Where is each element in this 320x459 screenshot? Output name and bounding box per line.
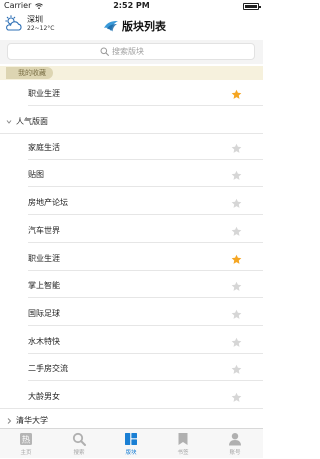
star-outline-icon[interactable] [231, 281, 242, 292]
tab-bookmarks[interactable]: 书签 [157, 429, 209, 459]
search-field[interactable] [7, 43, 255, 60]
board-row[interactable]: 水木特快 [0, 330, 263, 354]
board-row[interactable]: 汽车世界 [0, 219, 263, 243]
star-outline-icon[interactable] [231, 143, 242, 154]
row-divider [0, 408, 263, 409]
board-label: 大龄男女 [28, 392, 60, 401]
section-title: 人气版面 [16, 117, 48, 126]
board-row[interactable]: 二手房交流 [0, 357, 263, 381]
tab-bar: 热 主页 搜索 版块 书签 账号 [0, 428, 263, 458]
status-bar: Carrier 2:52 PM [0, 0, 263, 12]
tab-label: 搜索 [73, 450, 85, 456]
chevron-right-icon [7, 418, 12, 424]
search-icon [100, 47, 109, 56]
newsmth-logo-icon [104, 21, 118, 32]
favorite-board-row[interactable]: 职业生涯 [0, 82, 263, 106]
search-icon [72, 432, 86, 446]
status-time: 2:52 PM [113, 1, 150, 10]
star-outline-icon[interactable] [231, 337, 242, 348]
weather-widget[interactable]: 深圳 22~12°C [3, 14, 63, 36]
board-row[interactable]: 家庭生活 [0, 136, 263, 160]
row-divider [28, 159, 263, 160]
row-divider [28, 297, 263, 298]
row-divider [28, 105, 263, 106]
search-input[interactable] [112, 47, 162, 56]
chevron-down-icon [6, 120, 12, 124]
person-icon [229, 433, 241, 446]
board-row[interactable]: 国际足球 [0, 302, 263, 326]
board-label: 房地产论坛 [28, 198, 68, 207]
board-label: 掌上智能 [28, 281, 60, 290]
star-icon[interactable] [231, 89, 242, 100]
board-row[interactable]: 掌上智能 [0, 274, 263, 298]
section-header-popular[interactable]: 人气版面 [0, 110, 263, 134]
weather-temperature: 22~12°C [27, 25, 55, 32]
star-outline-icon[interactable] [231, 170, 242, 181]
tab-label: 版块 [125, 450, 137, 456]
nav-bar: 深圳 22~12°C 版块列表 [0, 12, 263, 40]
star-outline-icon[interactable] [231, 364, 242, 375]
row-divider [28, 186, 263, 187]
board-label: 水木特快 [28, 337, 60, 346]
tab-home[interactable]: 热 主页 [0, 429, 52, 459]
tab-label: 账号 [229, 450, 241, 456]
row-divider [28, 242, 263, 243]
tab-search[interactable]: 搜索 [53, 429, 105, 459]
star-outline-icon[interactable] [231, 392, 242, 403]
row-divider [28, 214, 263, 215]
partly-cloudy-icon [5, 15, 22, 31]
row-divider [28, 325, 263, 326]
board-label: 职业生涯 [28, 89, 60, 98]
board-row[interactable]: 贴图 [0, 163, 263, 187]
board-label: 国际足球 [28, 309, 60, 318]
board-row[interactable]: 房地产论坛 [0, 191, 263, 215]
boards-icon [125, 433, 137, 445]
board-label: 贴图 [28, 170, 44, 179]
star-outline-icon[interactable] [231, 198, 242, 209]
nav-title-group: 版块列表 [103, 17, 166, 35]
row-divider [28, 270, 263, 271]
tab-label: 书签 [177, 450, 189, 456]
hot-icon: 热 [20, 433, 32, 445]
board-label: 汽车世界 [28, 226, 60, 235]
star-outline-icon[interactable] [231, 226, 242, 237]
star-outline-icon[interactable] [231, 309, 242, 320]
tab-label: 主页 [20, 450, 32, 456]
bookmark-icon [178, 433, 188, 445]
favorites-tab-label: 我的收藏 [6, 67, 53, 79]
row-divider [28, 353, 263, 354]
star-icon[interactable] [231, 254, 242, 265]
row-divider [0, 133, 263, 134]
svg-text:热: 热 [22, 434, 31, 445]
board-label: 二手房交流 [28, 364, 68, 373]
tab-account[interactable]: 账号 [209, 429, 261, 459]
row-divider [28, 380, 263, 381]
board-row[interactable]: 职业生涯 [0, 247, 263, 271]
favorites-section-header: 我的收藏 [0, 66, 263, 80]
weather-city: 深圳 [27, 15, 43, 24]
tab-boards[interactable]: 版块 [105, 429, 157, 459]
battery-icon [243, 3, 261, 10]
board-label: 家庭生活 [28, 143, 60, 152]
board-row[interactable]: 大龄男女 [0, 385, 263, 409]
board-label: 职业生涯 [28, 254, 60, 263]
page-title: 版块列表 [122, 20, 166, 33]
search-bar [0, 40, 263, 64]
